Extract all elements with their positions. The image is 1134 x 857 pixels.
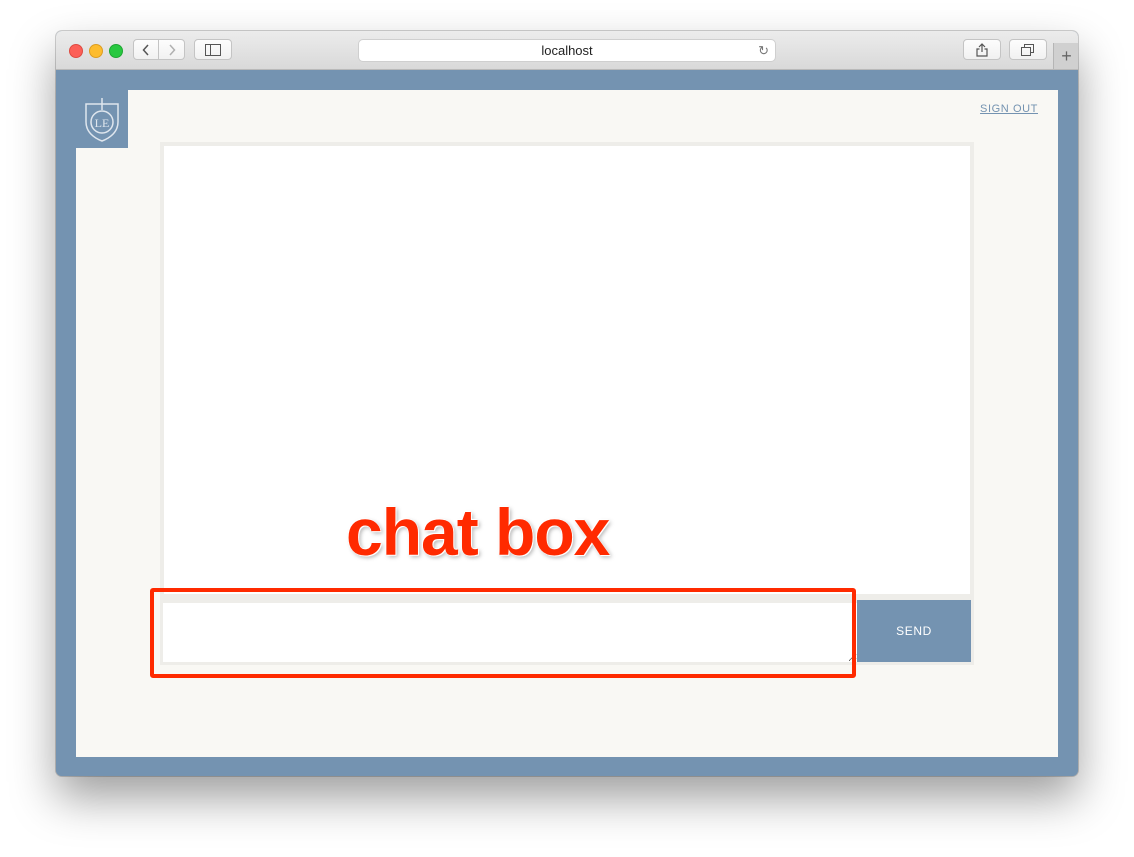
address-bar[interactable]: localhost ↻	[358, 39, 776, 62]
sidebar-icon	[205, 43, 221, 56]
share-icon	[976, 42, 988, 57]
reload-icon[interactable]: ↻	[758, 40, 769, 61]
chevron-right-icon	[168, 43, 176, 56]
zoom-window-button[interactable]	[109, 44, 123, 58]
svg-text:LE: LE	[95, 116, 110, 130]
minimize-window-button[interactable]	[89, 44, 103, 58]
tabs-icon	[1021, 43, 1034, 56]
send-button[interactable]: SEND	[857, 600, 971, 662]
logo: LE	[76, 90, 128, 148]
browser-toolbar: localhost ↻ +	[56, 31, 1078, 70]
sidebar-button[interactable]	[194, 39, 232, 60]
show-tabs-button[interactable]	[1009, 39, 1047, 60]
crest-logo-icon: LE	[85, 98, 119, 142]
url-text: localhost	[541, 43, 593, 58]
new-tab-button[interactable]: +	[1053, 43, 1078, 69]
chevron-left-icon	[142, 43, 149, 56]
chat-box-annotation-label: chat box	[346, 495, 610, 569]
sign-out-link[interactable]: SIGN OUT	[980, 103, 1038, 115]
forward-button[interactable]	[159, 39, 185, 60]
share-button[interactable]	[963, 39, 1001, 60]
close-window-button[interactable]	[69, 44, 83, 58]
chat-box-highlight	[150, 588, 856, 678]
back-button[interactable]	[133, 39, 159, 60]
